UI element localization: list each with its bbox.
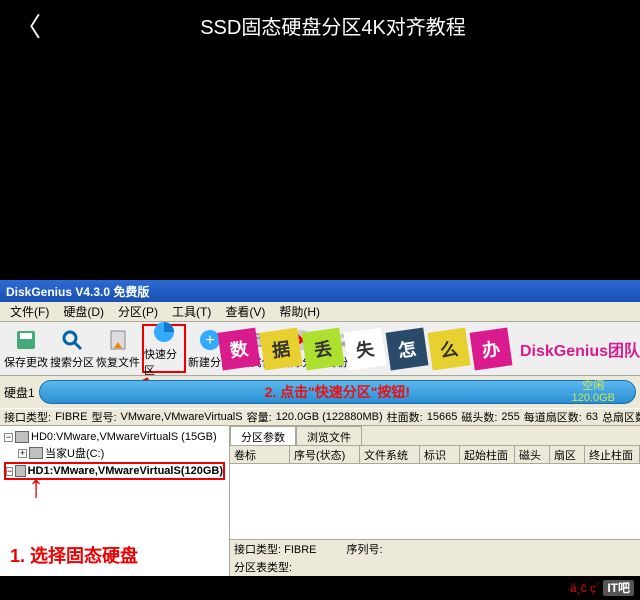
save-icon — [14, 328, 38, 352]
th-serial: 序号(状态) — [290, 446, 360, 463]
recover-icon — [106, 328, 130, 352]
menu-bar: 文件(F) 硬盘(D) 分区(P) 工具(T) 查看(V) 帮助(H) — [0, 302, 640, 322]
back-chevron-icon[interactable]: 〈 — [15, 7, 41, 44]
menu-disk[interactable]: 硬盘(D) — [57, 303, 110, 320]
tree-row-hd0-child[interactable]: + 当家U盘(C:) — [18, 444, 225, 462]
recover-files-button[interactable]: 恢复文件 — [96, 324, 140, 373]
watermark-box: IT吧 — [603, 580, 634, 596]
disk-info-bar: 接口类型:FIBRE 型号:VMware,VMwareVirtualS 容量:1… — [0, 408, 640, 426]
th-sectors: 扇区 — [550, 446, 585, 463]
watermark: ä¸č ç´ IT吧 — [570, 579, 634, 596]
tab-partition-params[interactable]: 分区参数 — [230, 426, 296, 445]
banner-brand: DiskGenius团队 — [520, 337, 640, 361]
footer-info-2: 分区表类型: — [230, 558, 640, 576]
tree-label: HD0:VMware,VMwareVirtualS (15GB) — [31, 431, 217, 443]
quick-partition-icon — [152, 320, 176, 344]
ad-banner: 数 据 丢 失 怎 么 办 DiskGenius团队 — [218, 322, 640, 376]
save-button[interactable]: 保存更改 — [4, 324, 48, 373]
banner-char: 怎 — [385, 328, 428, 371]
th-fs: 文件系统 — [360, 446, 420, 463]
banner-char: 据 — [259, 328, 302, 371]
menu-partition[interactable]: 分区(P) — [112, 303, 164, 320]
search-icon — [60, 328, 84, 352]
diskgenius-window: DiskGenius V4.3.0 免费版 文件(F) 硬盘(D) 分区(P) … — [0, 280, 640, 576]
annotation-2-text: 2. 点击"快速分区"按钮! — [265, 382, 411, 402]
menu-help[interactable]: 帮助(H) — [273, 303, 326, 320]
annotation-1-text: 1. 选择固态硬盘 — [10, 542, 138, 568]
disk-capacity-capsule[interactable]: 2. 点击"快速分区"按钮! 空闲 120.0GB — [39, 380, 636, 404]
content-area: − HD0:VMware,VMwareVirtualS (15GB) + 当家U… — [0, 426, 640, 576]
tab-row: 分区参数 浏览文件 — [230, 426, 640, 446]
th-start-cyl: 起始柱面 — [460, 446, 515, 463]
banner-char: 丢 — [301, 328, 344, 371]
menu-view[interactable]: 查看(V) — [219, 303, 271, 320]
banner-char: 办 — [469, 328, 512, 371]
tree-label: HD1:VMware,VMwareVirtualS(120GB) — [28, 465, 223, 477]
th-flag: 标识 — [420, 446, 460, 463]
expand-icon[interactable]: + — [18, 449, 27, 458]
tree-label: 当家U盘(C:) — [45, 445, 104, 461]
banner-char: 数 — [217, 328, 260, 371]
table-header: 卷标 序号(状态) 文件系统 标识 起始柱面 磁头 扇区 终止柱面 — [230, 446, 640, 464]
banner-char: 么 — [427, 328, 470, 371]
tab-browse-files[interactable]: 浏览文件 — [296, 426, 362, 445]
table-panel: 分区参数 浏览文件 卷标 序号(状态) 文件系统 标识 起始柱面 磁头 扇区 终… — [230, 426, 640, 576]
tool-label: 搜索分区 — [50, 354, 94, 370]
app-title: DiskGenius V4.3.0 免费版 — [6, 283, 149, 300]
video-black-area — [0, 50, 640, 280]
svg-text:+: + — [205, 332, 214, 349]
collapse-icon[interactable]: − — [6, 467, 13, 476]
tree-row-hd0[interactable]: − HD0:VMware,VMwareVirtualS (15GB) — [4, 430, 225, 444]
tool-label: 保存更改 — [4, 354, 48, 370]
tool-label: 恢复文件 — [96, 354, 140, 370]
footer-info: 接口类型: FIBRE 序列号: — [230, 540, 640, 558]
watermark-chars: ä¸č ç´ — [570, 581, 600, 595]
disk-free-label: 空闲 120.0GB — [572, 380, 615, 404]
toolbar: 保存更改 搜索分区 恢复文件 快速分区 + 新建分区 格式化 删除分区 备份分区 — [0, 322, 640, 376]
th-heads: 磁头 — [515, 446, 550, 463]
th-volume: 卷标 — [230, 446, 290, 463]
search-partition-button[interactable]: 搜索分区 — [50, 324, 94, 373]
drive-icon — [29, 447, 43, 459]
disk-tree-panel: − HD0:VMware,VMwareVirtualS (15GB) + 当家U… — [0, 426, 230, 576]
menu-file[interactable]: 文件(F) — [4, 303, 55, 320]
menu-tools[interactable]: 工具(T) — [166, 303, 217, 320]
page-title: SSD固态硬盘分区4K对齐教程 — [81, 11, 585, 40]
drive-icon — [15, 465, 25, 477]
drive-icon — [15, 431, 29, 443]
th-end-cyl: 终止柱面 — [585, 446, 640, 463]
window-titlebar: DiskGenius V4.3.0 免费版 — [0, 280, 640, 302]
annotation-arrow-1-icon: ↑ — [28, 468, 44, 505]
mobile-header: 〈 SSD固态硬盘分区4K对齐教程 — [0, 0, 640, 50]
disk-label: 硬盘1 — [4, 384, 35, 401]
banner-char: 失 — [343, 328, 386, 371]
collapse-icon[interactable]: − — [4, 433, 13, 442]
disk-bar: ↖ 硬盘1 2. 点击"快速分区"按钮! 空闲 120.0GB — [0, 376, 640, 408]
table-body — [230, 464, 640, 540]
